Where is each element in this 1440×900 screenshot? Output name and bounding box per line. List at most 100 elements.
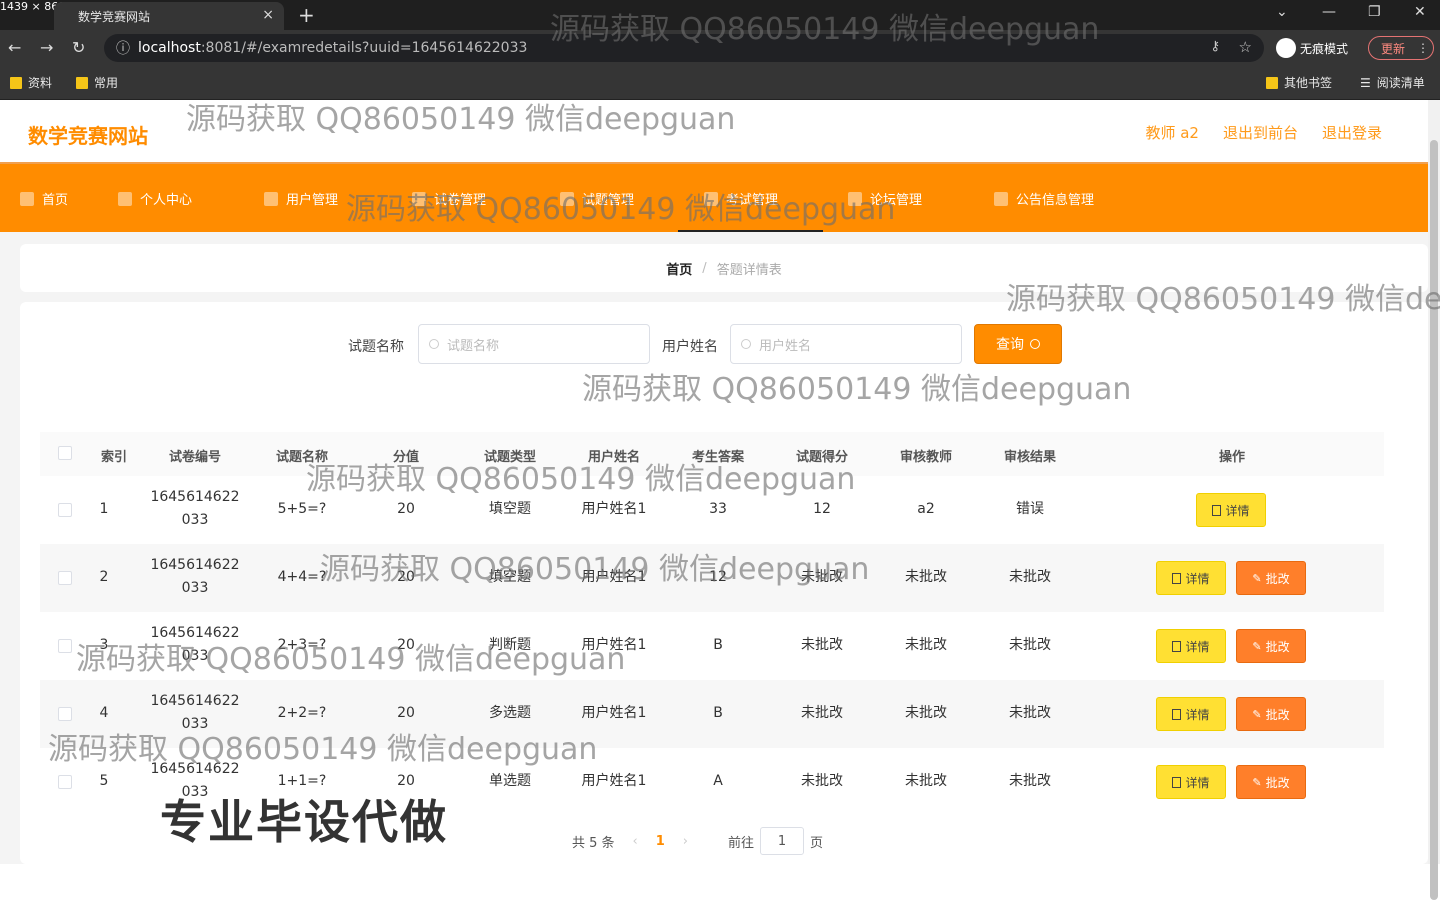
paper-id-line1: 1645614622 — [150, 489, 240, 505]
cell-question-type: 单选题 — [489, 773, 531, 789]
tab-search-icon[interactable]: ⌄ — [1276, 4, 1288, 20]
user-name-label: 用户姓名 — [662, 339, 718, 355]
nav-label: 考试管理 — [726, 193, 779, 208]
goto-page-input[interactable]: 1 — [760, 827, 805, 855]
row-checkbox[interactable] — [58, 503, 72, 517]
table-row: 4 1645614622 033 2+2=? 20 多选题 用户姓名1 B 未批改… — [40, 680, 1384, 748]
col-question-type: 试题类型 — [483, 450, 536, 465]
nav-item-home[interactable]: 首页 — [20, 189, 68, 208]
question-name-placeholder: 试题名称 — [447, 338, 500, 354]
detail-button[interactable]: 详情 — [1156, 629, 1226, 663]
cell-result: 未批改 — [1009, 705, 1051, 721]
document-icon — [1172, 572, 1182, 584]
grade-button[interactable]: ✎ 批改 — [1236, 765, 1306, 799]
maximize-icon[interactable]: ❐ — [1368, 4, 1381, 20]
close-window-icon[interactable]: ✕ — [1414, 4, 1426, 20]
reading-list-icon: ☰ — [1360, 75, 1371, 90]
minimize-icon[interactable]: — — [1322, 4, 1336, 20]
cell-score: 20 — [397, 637, 415, 653]
detail-button[interactable]: 详情 — [1156, 765, 1226, 799]
back-icon[interactable]: ← — [8, 38, 21, 57]
cell-question-type: 填空题 — [489, 501, 531, 517]
pencil-icon: ✎ — [1252, 639, 1262, 653]
detail-button[interactable]: 详情 — [1156, 697, 1226, 731]
nav-item-questions[interactable]: 试题管理 — [560, 189, 634, 208]
table-row: 3 1645614622 033 2+3=? 20 判断题 用户姓名1 B 未批改… — [40, 612, 1384, 680]
breadcrumb-current: 答题详情表 — [716, 262, 782, 278]
row-checkbox[interactable] — [58, 639, 72, 653]
document-icon — [1172, 640, 1182, 652]
home-icon — [20, 191, 34, 206]
breadcrumb-home[interactable]: 首页 — [666, 259, 692, 278]
cell-got-score: 未批改 — [801, 705, 843, 721]
close-tab-icon[interactable]: × — [262, 7, 274, 23]
info-icon: ⓘ — [116, 41, 130, 57]
grade-button[interactable]: ✎ 批改 — [1236, 561, 1306, 595]
search-icon — [1030, 339, 1040, 349]
site-header: 数学竞赛网站 教师 a2 退出到前台 退出登录 — [0, 100, 1428, 162]
scroll-thumb[interactable] — [1430, 140, 1438, 900]
grid-icon — [412, 191, 426, 206]
search-button[interactable]: 查询 — [974, 324, 1062, 364]
user-name-input[interactable]: 用户姓名 — [730, 324, 962, 364]
cell-question-type: 多选题 — [489, 705, 531, 721]
logout-link[interactable]: 退出登录 — [1322, 122, 1382, 143]
row-checkbox[interactable] — [58, 707, 72, 721]
tab-title: 数学竞赛网站 — [78, 9, 151, 24]
grade-button[interactable]: ✎ 批改 — [1236, 629, 1306, 663]
site-logo[interactable]: 数学竞赛网站 — [28, 120, 148, 149]
cell-result: 未批改 — [1009, 773, 1051, 789]
nav-item-papers[interactable]: 试卷管理 — [412, 189, 486, 208]
detail-button[interactable]: 详情 — [1156, 561, 1226, 595]
document-icon — [1172, 776, 1182, 788]
other-bookmarks-label: 其他书签 — [1284, 76, 1333, 90]
exit-to-front-link[interactable]: 退出到前台 — [1223, 122, 1298, 143]
prev-page-icon[interactable]: ‹ — [633, 834, 638, 849]
bookmark-folder-common[interactable]: 常用 — [76, 74, 118, 91]
reload-icon[interactable]: ↻ — [72, 38, 85, 57]
next-page-icon[interactable]: › — [683, 834, 688, 849]
other-bookmarks[interactable]: 其他书签 — [1266, 74, 1332, 91]
question-name-input[interactable]: 试题名称 — [418, 324, 650, 364]
nav-label: 个人中心 — [140, 193, 193, 208]
row-checkbox[interactable] — [58, 571, 72, 585]
grade-label: 批改 — [1265, 639, 1290, 654]
nav-item-exams[interactable]: 考试管理 — [704, 189, 778, 208]
bookmark-star-icon[interactable]: ☆ — [1239, 38, 1252, 56]
nav-item-notices[interactable]: 公告信息管理 — [994, 189, 1094, 208]
page-number-current[interactable]: 1 — [656, 834, 665, 849]
col-question-name: 试题名称 — [275, 450, 328, 465]
nav-item-forum[interactable]: 论坛管理 — [848, 189, 922, 208]
nav-item-users[interactable]: 用户管理 — [264, 189, 338, 208]
update-label: 更新 — [1381, 41, 1406, 56]
cell-question-name: 4+4=? — [277, 569, 327, 585]
document-icon — [1172, 708, 1182, 720]
browser-tab[interactable]: 数学竞赛网站 × — [54, 2, 284, 30]
breadcrumb: 首页 / 答题详情表 — [20, 244, 1428, 292]
cell-answer: 12 — [709, 569, 727, 585]
update-button[interactable]: 更新 ⋮ — [1368, 36, 1434, 60]
incognito-indicator[interactable]: 无痕模式 — [1276, 38, 1348, 58]
paper-id-line2: 033 — [181, 580, 209, 596]
reading-list[interactable]: ☰ 阅读清单 — [1360, 74, 1425, 91]
cell-teacher: 未批改 — [905, 637, 947, 653]
url-field[interactable]: ⓘ localhost:8081/#/examredetails?uuid=16… — [104, 34, 1264, 62]
row-checkbox[interactable] — [58, 775, 72, 789]
cell-paper-id: 1645614622 033 — [148, 690, 242, 736]
browser-tab-bar: 1439 × 860 数学竞赛网站 × + ⌄ — ❐ ✕ — [0, 0, 1440, 30]
key-icon[interactable]: ⚷ — [1210, 39, 1220, 54]
select-all-checkbox[interactable] — [58, 446, 72, 460]
page-scrollbar[interactable] — [1428, 100, 1440, 900]
paper-id-line1: 1645614622 — [150, 761, 240, 777]
reading-list-label: 阅读清单 — [1376, 76, 1425, 90]
pagination-total: 共 5 条 — [572, 835, 615, 851]
menu-dots-icon: ⋮ — [1417, 41, 1430, 55]
grade-button[interactable]: ✎ 批改 — [1236, 697, 1306, 731]
detail-button[interactable]: 详情 — [1196, 493, 1266, 527]
cell-got-score: 12 — [813, 501, 831, 517]
detail-label: 详情 — [1185, 639, 1210, 654]
nav-item-profile[interactable]: 个人中心 — [118, 189, 192, 208]
bookmark-folder-materials[interactable]: 资料 — [10, 74, 52, 91]
forward-icon[interactable]: → — [40, 38, 53, 57]
new-tab-icon[interactable]: + — [298, 3, 315, 27]
